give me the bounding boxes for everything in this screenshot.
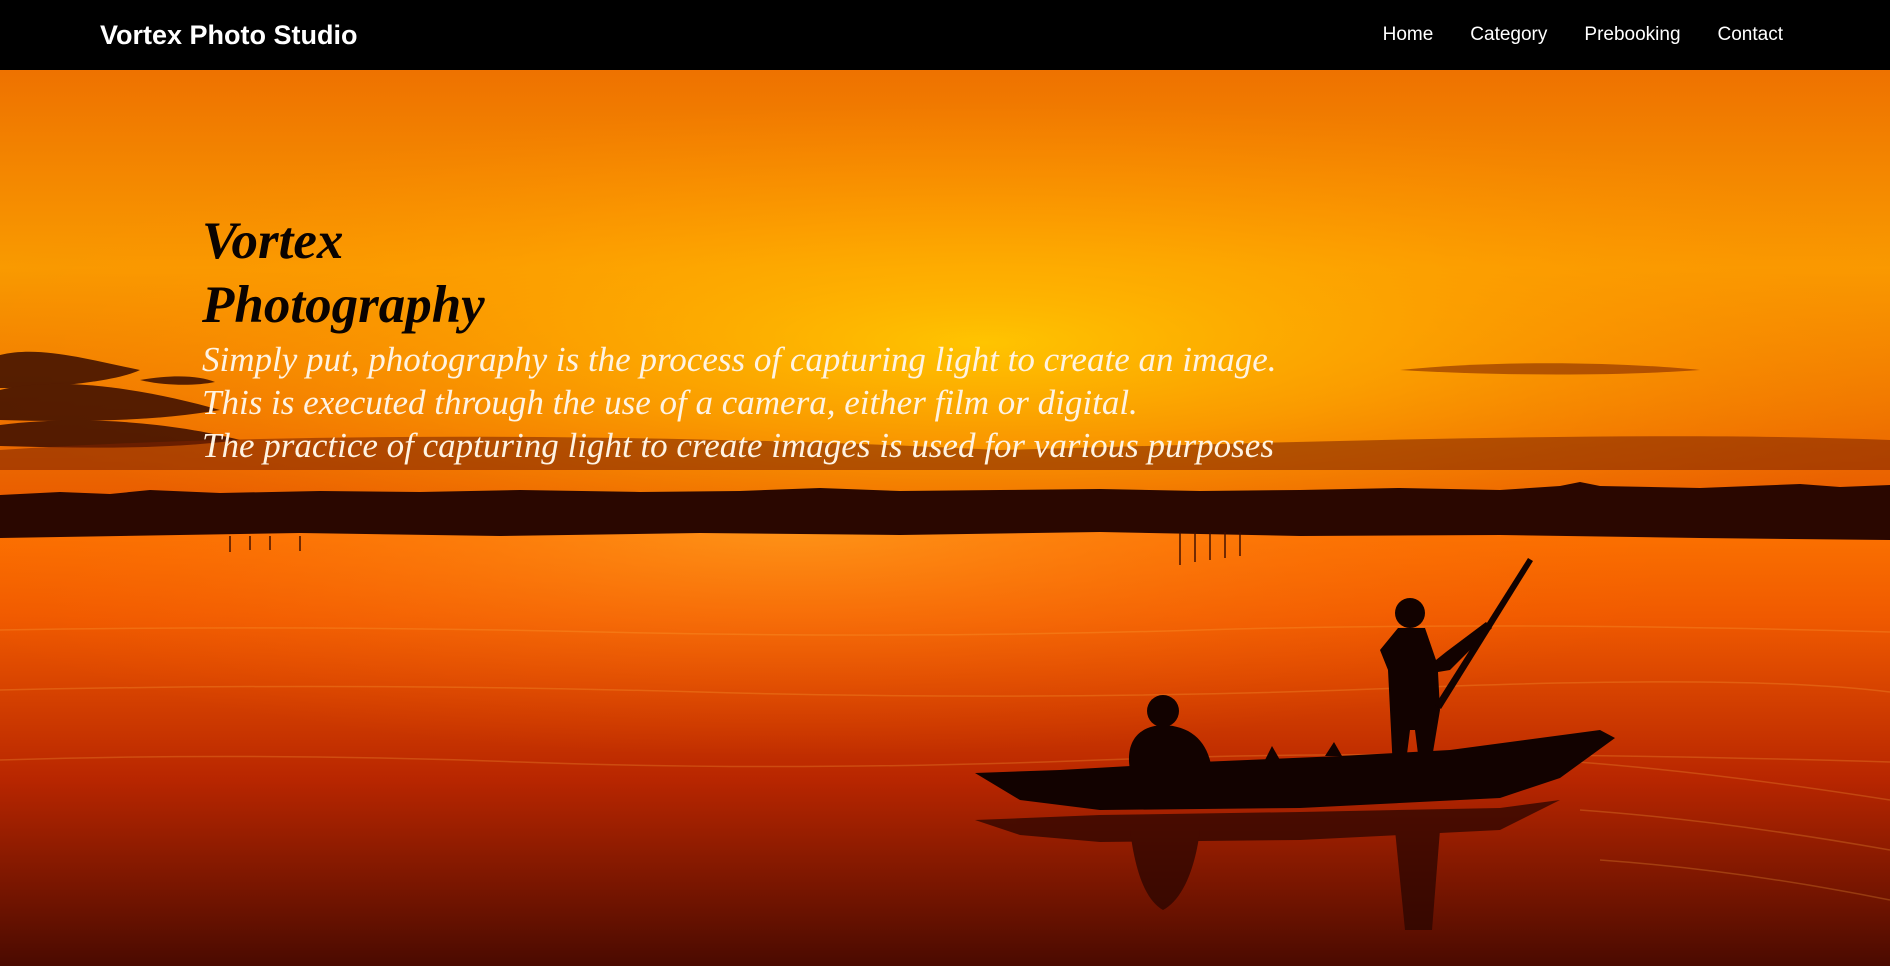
hero-description-line: Simply put, photography is the process o… — [202, 340, 1277, 379]
site-brand[interactable]: Vortex Photo Studio — [100, 0, 358, 70]
hero-background-image — [0, 70, 1890, 966]
main-nav: Home Category Prebooking Contact — [1383, 0, 1783, 70]
hero-text-block: Vortex Photography Simply put, photograp… — [202, 209, 1277, 467]
hero-title: Vortex Photography — [202, 212, 485, 334]
hero-description: Simply put, photography is the process o… — [202, 338, 1277, 467]
nav-link-category[interactable]: Category — [1470, 24, 1547, 46]
top-navigation-bar: Vortex Photo Studio Home Category Preboo… — [0, 0, 1890, 70]
nav-link-contact[interactable]: Contact — [1718, 24, 1783, 46]
hero-description-line: This is executed through the use of a ca… — [202, 383, 1138, 422]
hero-section: Vortex Photography Simply put, photograp… — [0, 70, 1890, 966]
nav-link-prebooking[interactable]: Prebooking — [1584, 24, 1680, 46]
nav-link-home[interactable]: Home — [1383, 24, 1434, 46]
water-glow — [0, 500, 1890, 966]
hero-description-line: The practice of capturing light to creat… — [202, 426, 1274, 465]
page: Vortex Photo Studio Home Category Preboo… — [0, 0, 1890, 966]
